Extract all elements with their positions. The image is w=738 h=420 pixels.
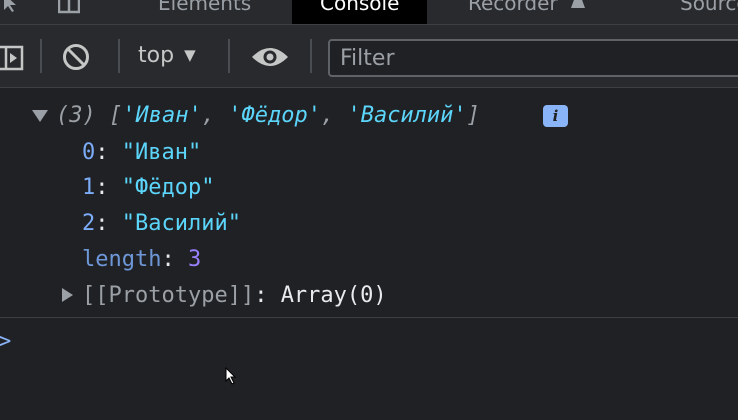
array-item: 'Иван': [122, 103, 202, 128]
prototype-value: Array(0): [280, 283, 387, 308]
entry-colon: :: [161, 247, 175, 272]
prototype-key: [[Prototype]]: [82, 283, 255, 308]
filter-input[interactable]: [340, 44, 720, 72]
recorder-flask-icon: [571, 0, 585, 8]
entry-colon: :: [95, 175, 109, 200]
length-entry: length: 3: [82, 246, 201, 274]
array-entry: 2: "Василий": [82, 210, 241, 238]
tab-elements[interactable]: Elements: [158, 0, 251, 24]
console-toolbar: top ▼: [0, 25, 738, 88]
tab-recorder-label: Recorder: [468, 0, 558, 15]
entry-key: 1: [82, 175, 96, 200]
sidebar-toggle-icon[interactable]: [0, 45, 26, 71]
toolbar-divider: [228, 39, 230, 73]
context-selector[interactable]: top ▼: [138, 43, 196, 68]
entry-colon: :: [254, 283, 268, 308]
entry-key: 2: [82, 211, 96, 236]
entry-colon: :: [95, 211, 109, 236]
toolbar-divider: [40, 39, 42, 73]
toolbar-divider: [310, 39, 312, 73]
length-value: 3: [187, 247, 202, 272]
expand-caret-icon[interactable]: [62, 288, 73, 302]
entry-key: 0: [82, 140, 96, 165]
entry-value: "Иван": [121, 140, 202, 165]
clear-console-icon[interactable]: [62, 43, 90, 71]
entry-value: "Фёдор": [121, 175, 215, 200]
devtools-tab-bar: Elements Console Recorder Sources: [0, 0, 738, 25]
select-element-icon[interactable]: [0, 0, 20, 14]
tab-sources[interactable]: Sources: [680, 0, 738, 24]
array-item: 'Фёдор': [228, 103, 321, 128]
mouse-cursor-icon: [225, 367, 237, 385]
prototype-entry[interactable]: [[Prototype]]: Array(0): [82, 282, 387, 310]
dropdown-arrow-icon: ▼: [184, 46, 196, 64]
info-icon[interactable]: i: [543, 105, 568, 127]
context-label: top: [138, 43, 175, 68]
length-key: length: [82, 247, 162, 272]
array-separator: ,: [320, 103, 335, 128]
entry-colon: :: [95, 140, 109, 165]
toolbar-divider: [118, 39, 120, 73]
array-summary[interactable]: (3) ['Иван', 'Фёдор', 'Василий']: [56, 102, 480, 130]
console-divider: [0, 317, 738, 318]
array-entry: 1: "Фёдор": [82, 174, 214, 202]
tab-console[interactable]: Console: [292, 0, 428, 24]
device-toolbar-icon[interactable]: [58, 0, 80, 14]
array-item: 'Василий': [347, 103, 467, 128]
eye-icon[interactable]: [250, 45, 290, 69]
filter-box: [328, 39, 738, 77]
array-separator: ,: [201, 103, 215, 128]
entry-value: "Василий": [121, 211, 241, 236]
array-open-bracket: [: [109, 103, 123, 128]
array-count: (3): [56, 103, 96, 128]
tab-recorder[interactable]: Recorder: [468, 0, 586, 24]
prompt-icon[interactable]: >: [0, 329, 11, 354]
expand-caret-icon[interactable]: [32, 110, 48, 122]
array-close-bracket: ]: [466, 103, 480, 128]
array-entry: 0: "Иван": [82, 139, 201, 167]
